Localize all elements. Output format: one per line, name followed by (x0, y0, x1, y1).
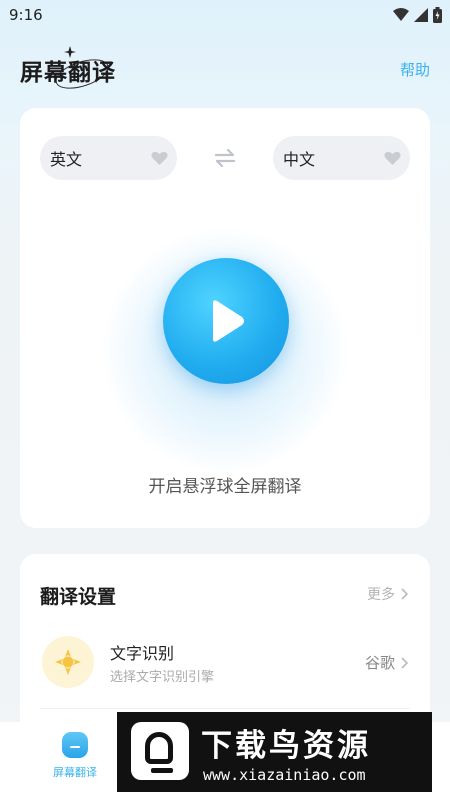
ocr-engine-value[interactable]: 谷歌 (365, 652, 408, 673)
ocr-setting-description: 选择文字识别引擎 (110, 670, 215, 685)
screen-translate-icon (62, 732, 88, 758)
target-language-select[interactable]: 中文 (273, 136, 410, 180)
signal-icon (414, 8, 428, 22)
more-label: 更多 (367, 587, 395, 603)
start-floating-ball-button[interactable] (163, 258, 289, 384)
play-icon (213, 300, 244, 342)
battery-icon (433, 7, 442, 23)
more-settings-link[interactable]: 更多 (367, 584, 408, 604)
ocr-setting-name: 文字识别 (110, 644, 175, 663)
nav-item-screen-translate[interactable]: 屏幕翻译 (45, 732, 105, 780)
target-language-label: 中文 (283, 150, 316, 169)
swap-arrows-icon[interactable] (214, 148, 236, 168)
wifi-icon (393, 8, 409, 21)
watermark-banner: 下载鸟资源 www.xiazainiao.com (117, 712, 432, 792)
settings-title: 翻译设置 (40, 586, 117, 608)
translation-card: 英文 中文 开启悬浮球全屏翻译 (20, 108, 430, 528)
status-bar: 9:16 (0, 0, 450, 32)
page-title: 屏幕翻译 (20, 60, 116, 86)
help-link[interactable]: 帮助 (400, 59, 430, 80)
target-crosshair-icon (55, 649, 81, 675)
nav-item-label: 屏幕翻译 (53, 766, 97, 779)
source-language-select[interactable]: 英文 (40, 136, 177, 180)
ocr-icon (42, 636, 94, 688)
status-icons (393, 7, 442, 23)
chevron-right-icon (401, 588, 408, 600)
ocr-setting-row[interactable]: 文字识别 选择文字识别引擎 谷歌 (40, 634, 410, 690)
watermark-text: 下载鸟资源 (201, 728, 371, 764)
chevron-right-icon (401, 656, 408, 669)
row-divider (40, 708, 410, 709)
source-language-label: 英文 (50, 150, 83, 169)
status-time: 9:16 (9, 6, 43, 24)
heart-dropdown-icon (384, 151, 401, 165)
heart-dropdown-icon (151, 151, 168, 165)
ocr-engine-label: 谷歌 (364, 654, 395, 672)
start-caption: 开启悬浮球全屏翻译 (148, 477, 302, 497)
bird-logo-icon (131, 722, 189, 780)
header: 屏幕翻译 帮助 (0, 40, 450, 100)
watermark-url: www.xiazainiao.com (203, 766, 366, 784)
